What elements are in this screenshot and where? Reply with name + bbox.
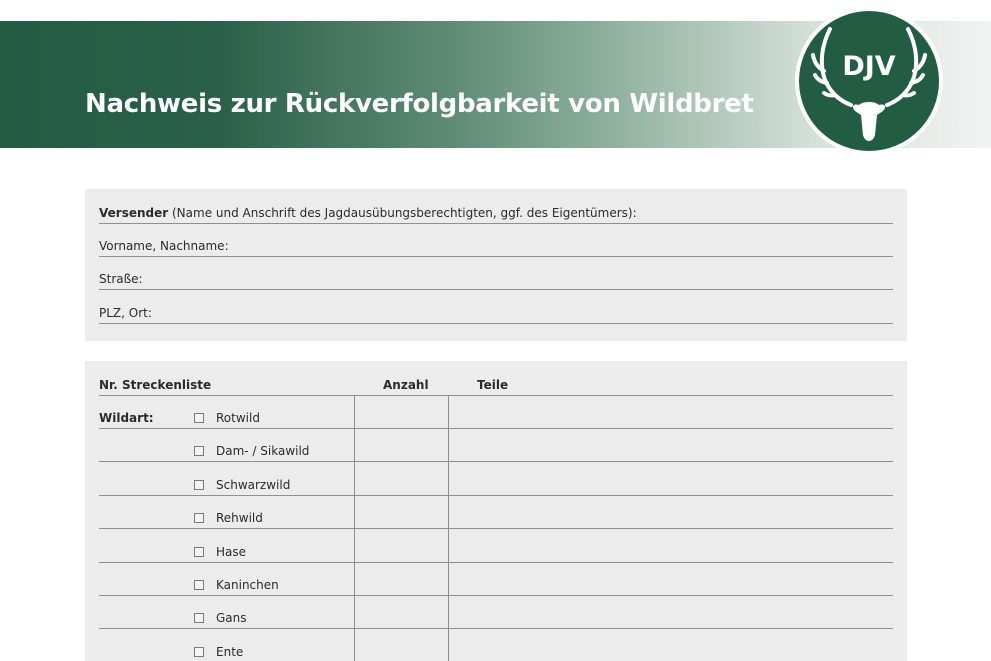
name-label: Vorname, Nachname: [99,239,229,253]
species-name: Rehwild [216,511,263,526]
species-name: Schwarzwild [216,477,291,492]
species-checkbox[interactable] [194,513,204,524]
species-checkbox[interactable] [194,613,204,624]
game-table: Nr. Streckenliste Anzahl Teile Wildart: R… [85,361,907,661]
species-checkbox[interactable] [194,646,204,657]
djv-logo: DJV [795,7,943,155]
species-name: Kaninchen [216,578,279,592]
col-header-parts: Teile [477,378,509,392]
table-row: Schwarzwild [99,463,893,496]
city-field[interactable]: PLZ, Ort: [99,291,893,324]
species-name: Gans [216,611,247,626]
page-title: Nachweis zur Rückverfolgbarkeit von Wild… [85,89,754,119]
sender-section: Versender (Name und Anschrift des Jagdau… [85,189,907,341]
col-divider-count [354,396,355,661]
table-row: Ente [99,630,893,661]
col-header-count: Anzahl [383,378,429,392]
sender-label: Versender [99,206,169,220]
logo-text: DJV [842,51,895,82]
species-checkbox[interactable] [194,580,204,590]
species-name: Hase [216,544,247,559]
table-row: Dam- / Sikawild [99,429,893,463]
city-label: PLZ, Ort: [99,306,152,320]
species-name: Rotwild [216,411,260,425]
street-label: Straße: [99,272,143,286]
species-checkbox[interactable] [194,413,204,423]
col-header-list-no: Nr. Streckenliste [99,378,212,392]
species-checkbox[interactable] [194,446,204,457]
table-row: Rehwild [99,496,893,530]
sender-heading-row: Versender (Name und Anschrift des Jagdau… [99,191,893,224]
name-field[interactable]: Vorname, Nachname: [99,224,893,257]
table-row: Hase [99,530,893,563]
table-row: Wildart: Rotwild [99,396,893,429]
street-field[interactable]: Straße: [99,257,893,290]
table-header: Nr. Streckenliste Anzahl Teile [99,361,893,396]
species-name: Dam- / Sikawild [216,444,310,459]
table-row: Gans [99,596,893,630]
species-row-label: Wildart: [99,411,154,425]
table-row: Kaninchen [99,563,893,596]
sender-label-detail: (Name und Anschrift des Jagdausübungsber… [168,206,637,220]
species-checkbox[interactable] [194,479,204,490]
form-page: Nachweis zur Rückverfolgbarkeit von Wild… [0,0,991,661]
species-checkbox[interactable] [194,546,204,557]
col-divider-parts [448,396,449,661]
species-name: Ente [216,644,244,659]
